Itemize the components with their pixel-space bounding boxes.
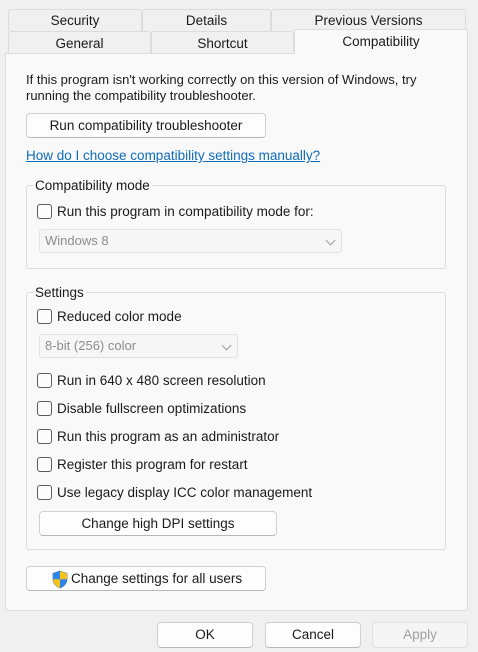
tab-details[interactable]: Details (142, 9, 271, 31)
compat-mode-checkbox-row[interactable]: Run this program in compatibility mode f… (37, 202, 314, 220)
tab-label: Security (50, 13, 100, 28)
fullscreen-opt-checkbox-row[interactable]: Disable fullscreen optimizations (37, 399, 246, 417)
change-all-users-button[interactable]: Change settings for all users (26, 566, 266, 591)
run-as-admin-checkbox-row[interactable]: Run this program as an administrator (37, 427, 279, 445)
fullscreen-opt-checkbox[interactable] (37, 400, 52, 416)
compat-mode-checkbox[interactable] (37, 203, 52, 219)
settings-group: Settings Reduced color mode 8-bit (256) … (26, 285, 446, 550)
tab-general[interactable]: General (8, 31, 151, 54)
button-label: Apply (403, 627, 437, 642)
color-depth-select[interactable]: 8-bit (256) color (39, 334, 238, 358)
select-value: 8-bit (256) color (45, 338, 137, 353)
tab-shortcut[interactable]: Shortcut (151, 31, 294, 54)
button-label: OK (195, 627, 215, 642)
resolution-checkbox[interactable] (37, 372, 52, 388)
reduced-color-checkbox-row[interactable]: Reduced color mode (37, 307, 182, 325)
change-dpi-button[interactable]: Change high DPI settings (39, 511, 277, 536)
tab-label: Shortcut (197, 36, 248, 51)
compatibility-mode-label: Compatibility mode (33, 178, 152, 193)
tab-compatibility[interactable]: Compatibility (294, 29, 468, 54)
resolution-checkbox-row[interactable]: Run in 640 x 480 screen resolution (37, 371, 266, 389)
register-restart-checkbox[interactable] (37, 456, 52, 472)
legacy-icc-label: Use legacy display ICC color management (57, 484, 313, 500)
button-label: Run compatibility troubleshooter (49, 118, 243, 133)
run-as-admin-checkbox[interactable] (37, 428, 52, 444)
register-restart-checkbox-row[interactable]: Register this program for restart (37, 455, 248, 473)
reduced-color-label: Reduced color mode (57, 308, 182, 324)
register-restart-label: Register this program for restart (57, 456, 248, 472)
tab-label: Details (185, 13, 228, 28)
compat-mode-checkbox-label: Run this program in compatibility mode f… (57, 203, 314, 219)
intro-line-1: If this program isn't working correctly … (26, 72, 417, 87)
fullscreen-opt-label: Disable fullscreen optimizations (57, 400, 247, 416)
select-value: Windows 8 (45, 233, 109, 248)
reduced-color-checkbox[interactable] (37, 308, 52, 324)
shield-icon (52, 570, 68, 589)
tab-label: General (55, 36, 104, 51)
settings-label: Settings (33, 285, 86, 300)
tab-security[interactable]: Security (8, 9, 142, 31)
tab-label: Compatibility (342, 34, 420, 49)
button-label: Cancel (291, 627, 335, 642)
legacy-icc-checkbox[interactable] (37, 484, 52, 500)
apply-button[interactable]: Apply (372, 622, 468, 648)
button-label: Change high DPI settings (81, 516, 235, 531)
tab-label: Previous Versions (314, 13, 423, 28)
tab-previous-versions[interactable]: Previous Versions (271, 9, 466, 31)
chevron-down-icon (325, 235, 336, 246)
compatibility-mode-group: Compatibility mode Run this program in c… (26, 178, 446, 269)
windows-version-select[interactable]: Windows 8 (39, 229, 342, 253)
compatibility-panel: If this program isn't working correctly … (5, 53, 468, 611)
legacy-icc-checkbox-row[interactable]: Use legacy display ICC color management (37, 483, 312, 501)
ok-button[interactable]: OK (157, 622, 253, 648)
run-as-admin-label: Run this program as an administrator (57, 428, 280, 444)
help-link[interactable]: How do I choose compatibility settings m… (26, 148, 320, 163)
resolution-label: Run in 640 x 480 screen resolution (57, 372, 266, 388)
intro-text: If this program isn't working correctly … (26, 72, 416, 104)
button-label: Change settings for all users (71, 571, 243, 586)
chevron-down-icon (221, 340, 232, 351)
cancel-button[interactable]: Cancel (265, 622, 361, 648)
run-troubleshooter-button[interactable]: Run compatibility troubleshooter (26, 113, 266, 138)
intro-line-2: running the compatibility troubleshooter… (26, 88, 256, 103)
